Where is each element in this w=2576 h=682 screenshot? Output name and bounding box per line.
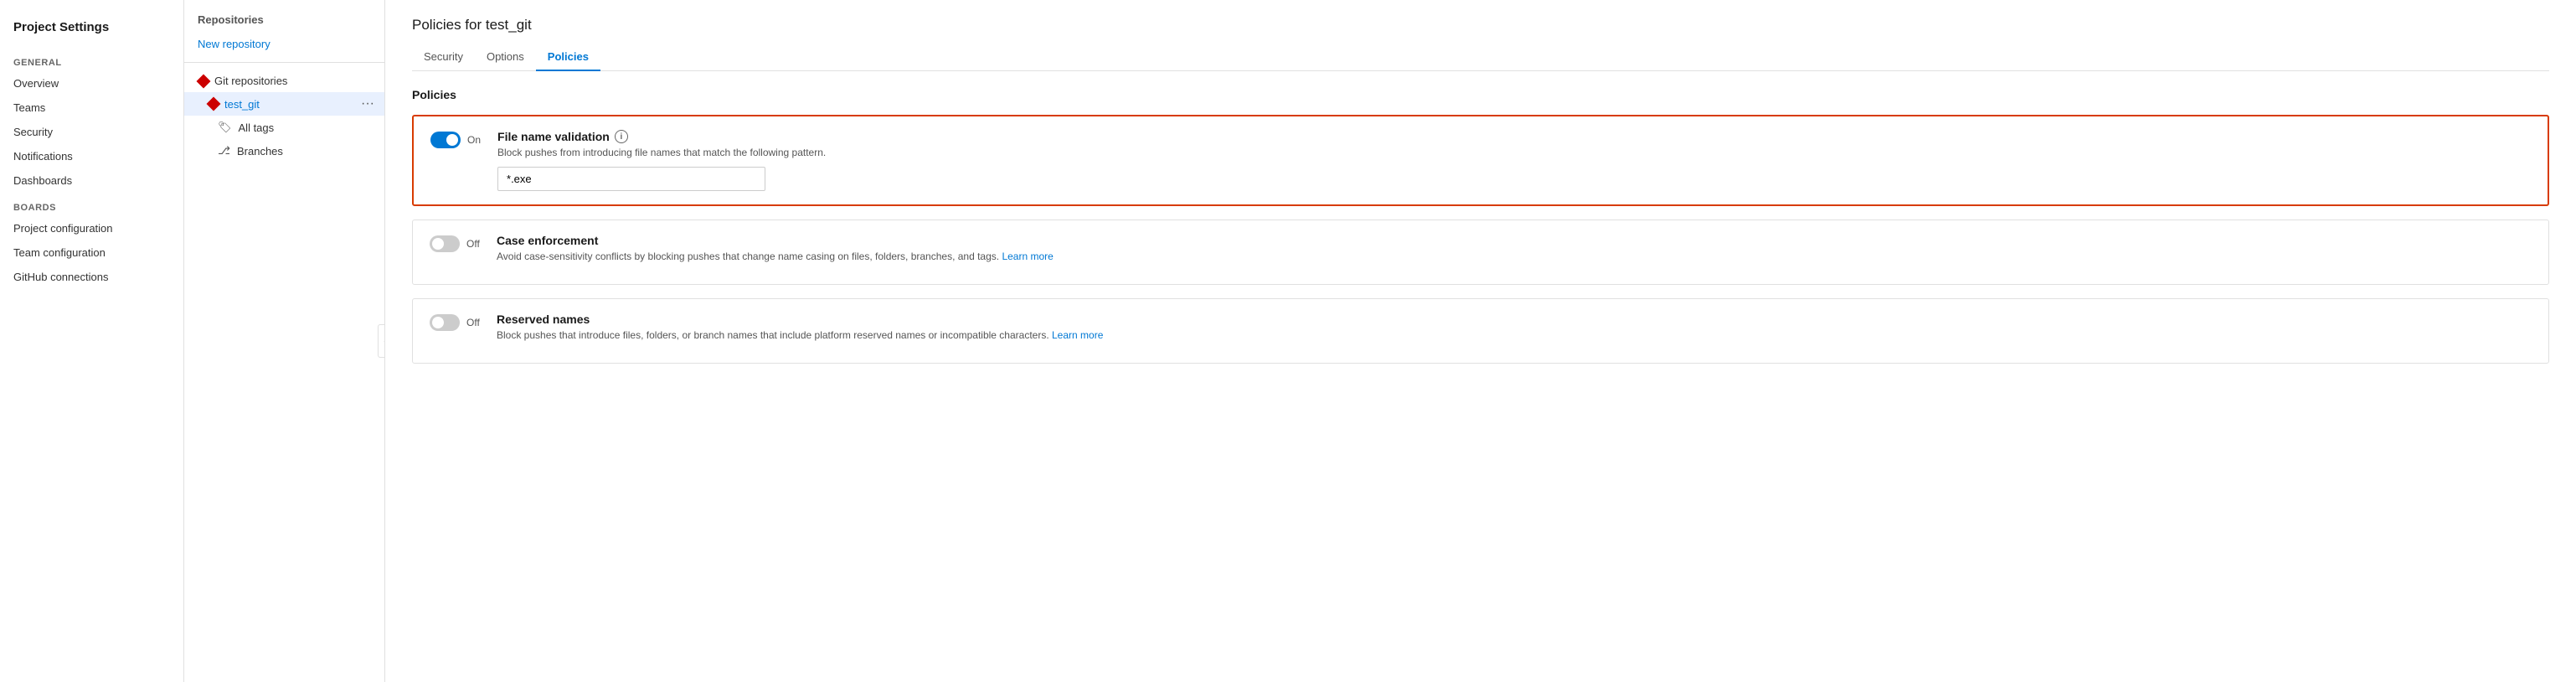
policy-name-file-name: File name validation i	[497, 130, 2531, 143]
repositories-header: Repositories	[184, 10, 384, 33]
tag-icon: 🏷	[218, 121, 232, 134]
slider-case	[430, 235, 460, 252]
policy-content-file-name: File name validation i Block pushes from…	[497, 130, 2531, 191]
policy-desc-file-name: Block pushes from introducing file names…	[497, 147, 2531, 158]
git-repositories-label: Git repositories	[184, 70, 384, 92]
all-tags-item[interactable]: 🏷 All tags	[184, 116, 384, 139]
policy-name-reserved: Reserved names	[497, 313, 2532, 326]
policy-card-reserved-names: Off Reserved names Block pushes that int…	[412, 298, 2549, 364]
toggle-file-name-validation[interactable]	[430, 132, 461, 148]
policy-content-case: Case enforcement Avoid case-sensitivity …	[497, 234, 2532, 271]
repo-item-left: test_git	[208, 98, 260, 111]
branch-icon: ⎇	[218, 144, 230, 158]
policy-card-case-enforcement: Off Case enforcement Avoid case-sensitiv…	[412, 220, 2549, 285]
info-icon-file-name[interactable]: i	[615, 130, 628, 143]
collapse-sidebar-button[interactable]: ‹	[378, 324, 385, 358]
policy-name-case: Case enforcement	[497, 234, 2532, 247]
slider-file-name	[430, 132, 461, 148]
boards-section-label: Boards	[0, 193, 183, 216]
git-diamond-icon	[198, 75, 209, 87]
toggle-area-reserved: Off	[430, 314, 480, 331]
branches-item[interactable]: ⎇ Branches	[184, 139, 384, 163]
sidebar-item-team-configuration[interactable]: Team configuration	[0, 240, 183, 265]
all-tags-label: All tags	[239, 121, 275, 134]
sidebar-item-dashboards[interactable]: Dashboards	[0, 168, 183, 193]
project-settings-title: Project Settings	[0, 13, 183, 48]
toggle-area-file-name: On	[430, 132, 481, 148]
toggle-case-enforcement[interactable]	[430, 235, 460, 252]
repo-name: test_git	[224, 98, 260, 111]
sidebar-left: Project Settings General Overview Teams …	[0, 0, 184, 682]
sidebar-item-project-configuration[interactable]: Project configuration	[0, 216, 183, 240]
sidebar-item-teams[interactable]: Teams	[0, 96, 183, 120]
policy-row: On File name validation i Block pushes f…	[430, 130, 2531, 191]
policy-name-text-reserved: Reserved names	[497, 313, 590, 326]
sidebar-item-notifications[interactable]: Notifications	[0, 144, 183, 168]
tab-security[interactable]: Security	[412, 44, 475, 71]
policy-row-case: Off Case enforcement Avoid case-sensitiv…	[430, 234, 2532, 271]
policy-desc-reserved: Block pushes that introduce files, folde…	[497, 329, 2532, 341]
file-name-pattern-input[interactable]	[497, 167, 765, 191]
toggle-reserved-names[interactable]	[430, 314, 460, 331]
sidebar-item-overview[interactable]: Overview	[0, 71, 183, 96]
sidebar-item-security[interactable]: Security	[0, 120, 183, 144]
toggle-label-case: Off	[466, 238, 480, 250]
sidebar-item-github-connections[interactable]: GitHub connections	[0, 265, 183, 289]
divider	[184, 62, 384, 63]
sidebar-mid: Repositories New repository Git reposito…	[184, 0, 385, 682]
slider-reserved	[430, 314, 460, 331]
repo-more-button[interactable]: ···	[358, 97, 378, 111]
policy-name-text-file-name: File name validation	[497, 130, 610, 143]
general-section-label: General	[0, 48, 183, 71]
policy-content-reserved: Reserved names Block pushes that introdu…	[497, 313, 2532, 349]
tabs-bar: Security Options Policies	[412, 44, 2549, 71]
toggle-area-case: Off	[430, 235, 480, 252]
page-title: Policies for test_git	[412, 17, 2549, 34]
toggle-label-reserved: Off	[466, 317, 480, 328]
learn-more-reserved[interactable]: Learn more	[1052, 329, 1103, 341]
new-repository-link[interactable]: New repository	[184, 33, 384, 55]
main-content: Policies for test_git Security Options P…	[385, 0, 2576, 682]
policies-section-title: Policies	[412, 88, 2549, 101]
branches-label: Branches	[237, 145, 283, 158]
learn-more-case[interactable]: Learn more	[1002, 251, 1053, 262]
tab-policies[interactable]: Policies	[536, 44, 600, 71]
policy-row-reserved: Off Reserved names Block pushes that int…	[430, 313, 2532, 349]
repo-diamond-icon	[208, 98, 219, 110]
policy-name-text-case: Case enforcement	[497, 234, 598, 247]
policy-card-file-name-validation: On File name validation i Block pushes f…	[412, 115, 2549, 206]
policy-desc-case: Avoid case-sensitivity conflicts by bloc…	[497, 251, 2532, 262]
toggle-label-file-name: On	[467, 134, 481, 146]
tab-options[interactable]: Options	[475, 44, 536, 71]
repo-item-test-git[interactable]: test_git ···	[184, 92, 384, 116]
